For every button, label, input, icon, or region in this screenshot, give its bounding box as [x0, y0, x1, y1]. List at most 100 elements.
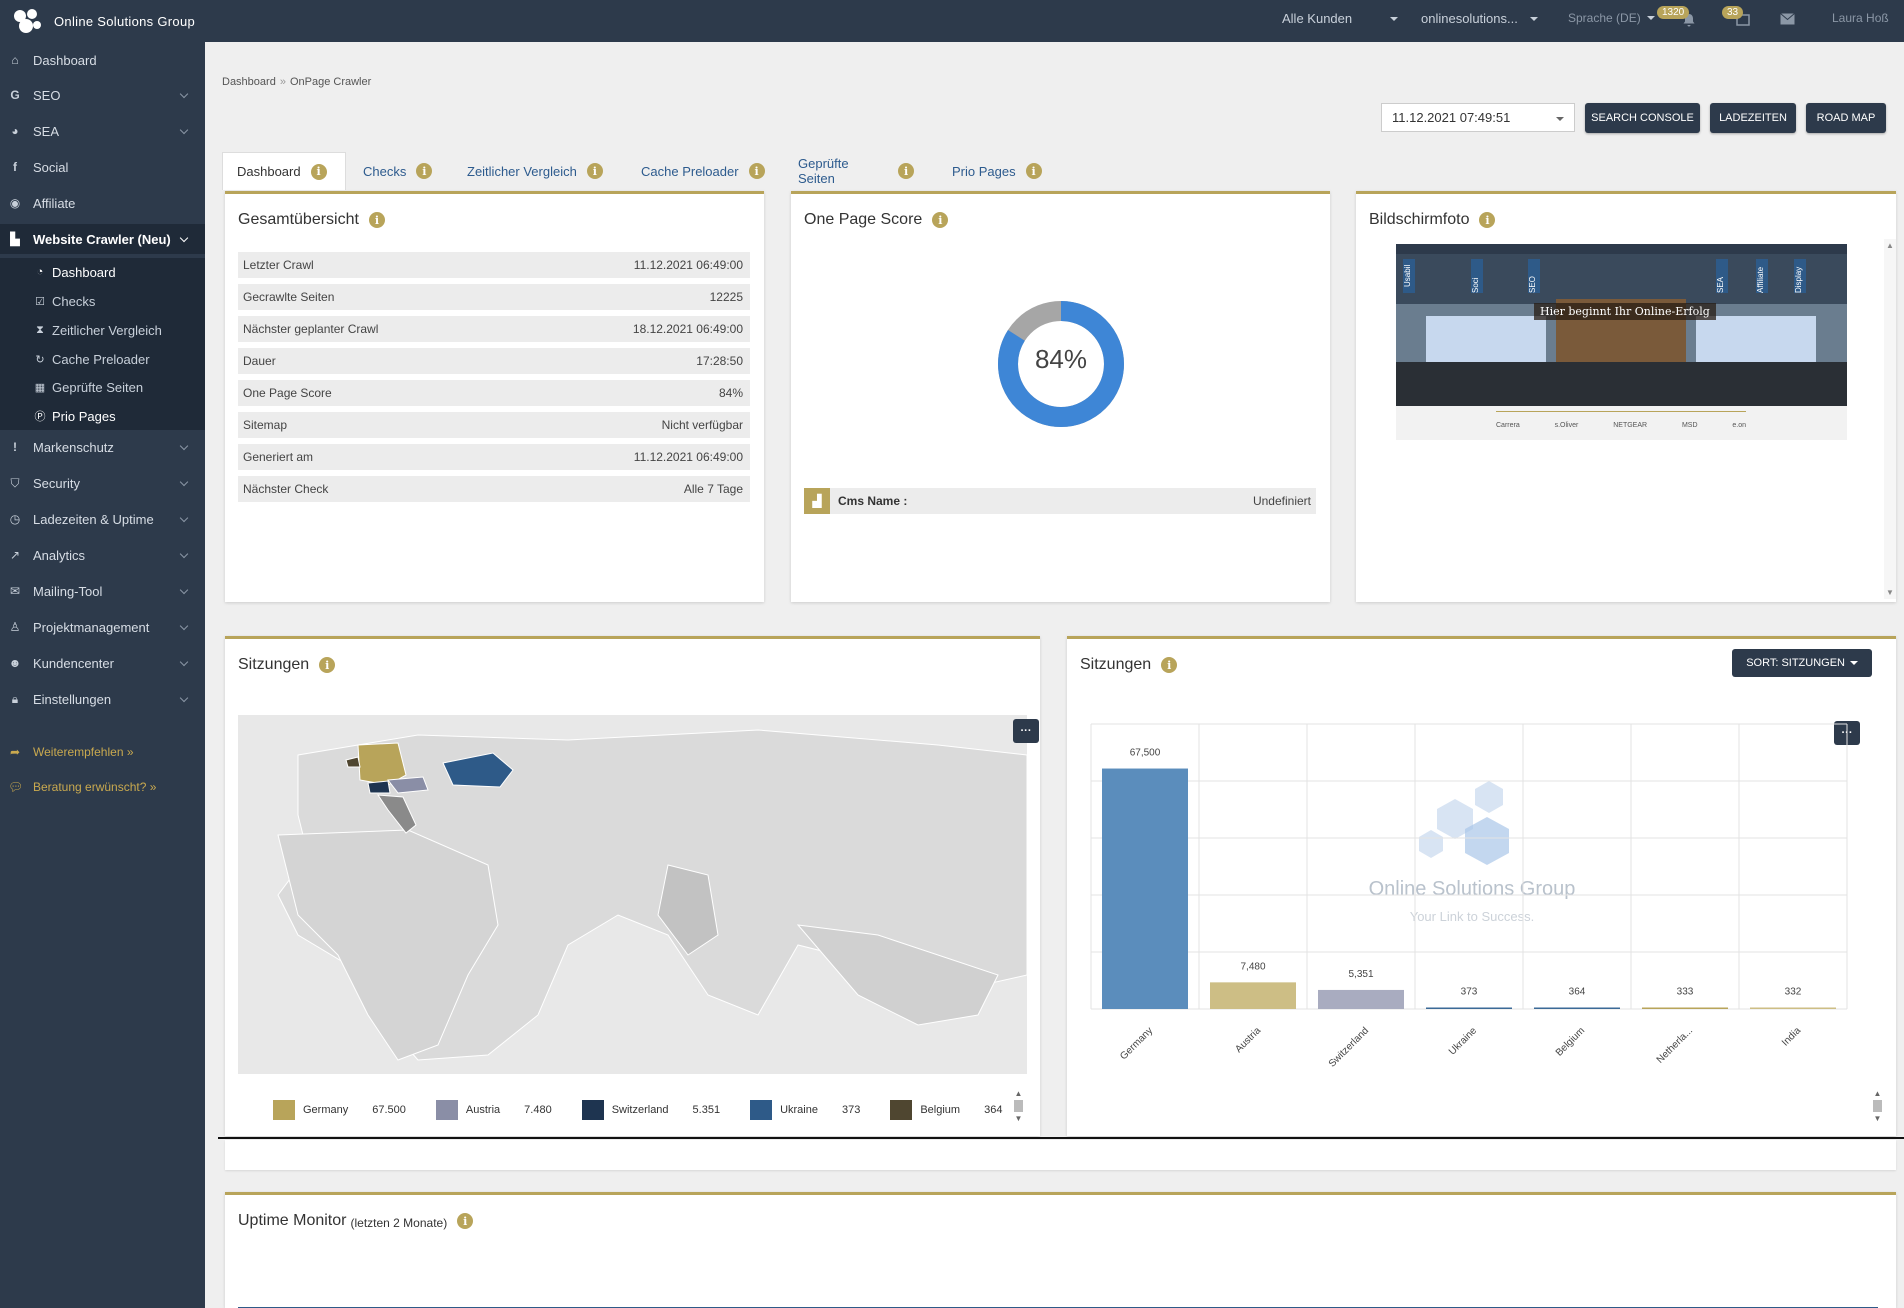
world-map[interactable]: [238, 715, 1027, 1074]
submenu-item-cache-preloader[interactable]: ↻ Cache Preloader: [0, 345, 205, 373]
tab-prio-pages[interactable]: Prio Pages i: [938, 152, 1048, 190]
score-value: 84%: [1034, 344, 1088, 374]
messages-badge: 33: [1722, 6, 1744, 19]
sidebar-item-mailing-tool[interactable]: ✉ Mailing-Tool: [0, 576, 205, 606]
sidebar-item-sea[interactable]: ◕ SEA: [0, 116, 205, 146]
legend-item[interactable]: Austria 7.480: [435, 1100, 582, 1120]
envelope-icon[interactable]: [1780, 13, 1795, 25]
info-icon[interactable]: i: [319, 657, 336, 673]
envelope-icon: ✉: [9, 584, 21, 598]
screenshot-scrollbar[interactable]: ▲ ▼: [1884, 239, 1896, 599]
submenu-item-prio-pages[interactable]: Ⓟ Prio Pages: [0, 402, 205, 430]
bar-value-label: 373: [1461, 987, 1478, 998]
scroll-down-icon[interactable]: ▼: [1886, 588, 1894, 597]
overview-row: Letzter Crawl 11.12.2021 06:49:00: [238, 252, 750, 278]
scroll-up-icon[interactable]: ▲: [1886, 241, 1894, 250]
brand-logo-icon: [14, 9, 41, 33]
sidebar-item-affiliate[interactable]: ◉ Affiliate: [0, 188, 205, 218]
website-screenshot[interactable]: Usabil Soci SEO SEA Affiliate Display Hi…: [1396, 244, 1847, 440]
website-screenshot-image: [1396, 244, 1847, 440]
sidebar-item-security[interactable]: ⛉ Security: [0, 468, 205, 498]
info-icon[interactable]: i: [898, 163, 914, 179]
scroll-up-icon[interactable]: ▲: [1012, 1089, 1025, 1098]
legend-swatch: [435, 1100, 458, 1120]
legend-swatch: [273, 1100, 295, 1120]
bar-belgium[interactable]: [1534, 1007, 1620, 1010]
submenu-item-gepruefte-seiten[interactable]: ▦ Geprüfte Seiten: [0, 373, 205, 401]
info-icon[interactable]: i: [457, 1213, 474, 1229]
client-logos: Carrera s.Oliver NETGEAR MSD e.on: [1496, 422, 1746, 429]
sort-button[interactable]: SORT: SITZUNGEN: [1732, 649, 1872, 677]
submenu-item-zeitlicher-vergleich[interactable]: ⧗ Zeitlicher Vergleich: [0, 316, 205, 344]
sidebar-item-dashboard[interactable]: ⌂ Dashboard: [0, 45, 205, 75]
sidebar-item-seo[interactable]: G SEO: [0, 80, 205, 110]
submenu-item-dashboard[interactable]: ◔ Dashboard: [0, 258, 205, 286]
consult-link[interactable]: 💬︎ Beratung erwünscht? »: [0, 774, 205, 800]
sidebar-item-website-crawler[interactable]: ▙ Website Crawler (Neu): [0, 224, 205, 254]
info-icon[interactable]: i: [748, 163, 765, 179]
info-icon[interactable]: i: [932, 212, 949, 228]
submenu-item-checks[interactable]: ☑ Checks: [0, 287, 205, 315]
map-legend: Germany 67.500 Austria 7.480 Switzerland 5.…: [273, 1099, 1032, 1121]
brand-name: Online Solutions Group: [54, 13, 196, 29]
sidebar-item-markenschutz[interactable]: ! Markenschutz: [0, 432, 205, 462]
top-bar: Online Solutions Group Alle Kunden onlin…: [0, 0, 1904, 42]
chat-icon: 💬︎: [8, 780, 24, 794]
bar-switzerland[interactable]: [1318, 989, 1404, 1009]
sidebar-item-analytics[interactable]: ↗ Analytics: [0, 540, 205, 570]
bar-austria[interactable]: [1210, 982, 1296, 1009]
p-circle-icon: Ⓟ: [34, 411, 46, 423]
chevron-down-icon: [179, 657, 189, 667]
bar-netherla[interactable]: [1642, 1007, 1728, 1010]
legend-item[interactable]: Germany 67.500: [273, 1100, 436, 1120]
scroll-down-icon[interactable]: ▼: [1012, 1114, 1025, 1123]
road-map-button[interactable]: ROAD MAP: [1806, 103, 1886, 133]
scroll-up-icon[interactable]: ▲: [1871, 1089, 1884, 1098]
user-menu[interactable]: Laura Hoß: [1832, 11, 1889, 25]
info-icon[interactable]: i: [416, 163, 433, 179]
tab-cache-preloader[interactable]: Cache Preloader i: [627, 152, 767, 190]
info-icon[interactable]: i: [1479, 212, 1496, 228]
sidebar-item-kundencenter[interactable]: ☻ Kundencenter: [0, 648, 205, 678]
chevron-down-icon: [179, 585, 189, 595]
bar-value-label: 67,500: [1130, 748, 1161, 759]
tab-gepruefte-seiten[interactable]: Geprüfte Seiten i: [784, 152, 914, 190]
sidebar-item-projektmanagement[interactable]: ♙ Projektmanagement: [0, 612, 205, 642]
language-select[interactable]: Sprache (DE): [1568, 11, 1655, 25]
map-menu-button[interactable]: ···: [1013, 719, 1039, 743]
ladezeiten-button[interactable]: LADEZEITEN: [1710, 103, 1796, 133]
sidebar-item-einstellungen[interactable]: 🔒︎ Einstellungen: [0, 684, 205, 714]
customer-filter[interactable]: Alle Kunden: [1282, 11, 1399, 26]
tab-dashboard[interactable]: Dashboard i: [222, 152, 346, 190]
x-axis-label: Germany: [1118, 1025, 1155, 1062]
sidebar-item-ladezeiten-uptime[interactable]: ◷ Ladezeiten & Uptime: [0, 504, 205, 534]
info-icon[interactable]: i: [1161, 657, 1178, 673]
info-icon[interactable]: i: [368, 212, 385, 228]
brand-logo[interactable]: Online Solutions Group: [10, 6, 195, 36]
users-icon: ☻: [8, 656, 22, 670]
legend-item[interactable]: Ukraine 373: [750, 1100, 890, 1120]
bar-germany[interactable]: [1102, 768, 1188, 1009]
cms-row: ▟ Cms Name : Undefiniert: [804, 488, 1316, 514]
info-icon[interactable]: i: [586, 163, 603, 179]
scroll-down-icon[interactable]: ▼: [1871, 1114, 1884, 1123]
info-icon[interactable]: i: [310, 163, 327, 180]
info-icon[interactable]: i: [1025, 163, 1042, 179]
chevron-down-icon: [179, 513, 189, 523]
bar-ukraine[interactable]: [1426, 1007, 1512, 1010]
bar-india[interactable]: [1750, 1007, 1836, 1010]
search-console-button[interactable]: SEARCH CONSOLE: [1585, 103, 1700, 133]
chart-legend-scroller[interactable]: ▲ ▼: [1871, 1089, 1884, 1129]
crawl-date-select[interactable]: 11.12.2021 07:49:51: [1381, 103, 1575, 132]
breadcrumb: Dashboard» OnPage Crawler: [222, 76, 372, 88]
recommend-link[interactable]: ➦ Weiterempfehlen »: [0, 739, 205, 765]
breadcrumb-home[interactable]: Dashboard: [222, 76, 276, 88]
chevron-down-icon: [179, 621, 189, 631]
tab-checks[interactable]: Checks i: [349, 152, 449, 190]
tab-zeitlicher-vergleich[interactable]: Zeitlicher Vergleich i: [453, 152, 613, 190]
domain-filter[interactable]: onlinesolutions...: [1421, 11, 1538, 26]
chevron-down-icon: [1850, 661, 1858, 665]
legend-scroller[interactable]: ▲ ▼: [1012, 1089, 1025, 1129]
legend-item[interactable]: Switzerland 5.351: [581, 1100, 750, 1120]
sidebar-item-social[interactable]: f Social: [0, 152, 205, 182]
